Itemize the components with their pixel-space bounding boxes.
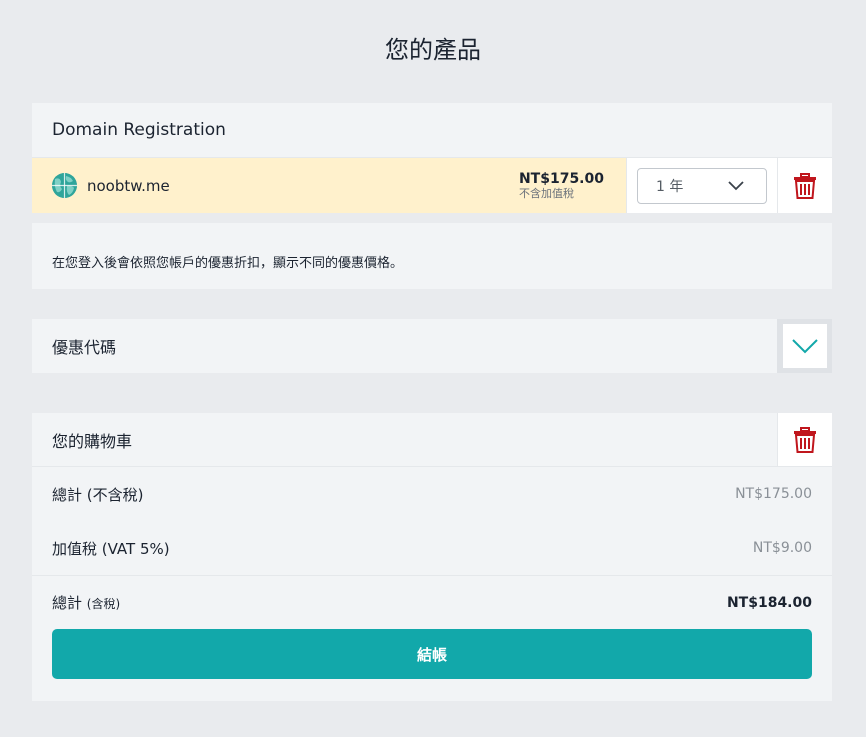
period-cell: 1 年 (626, 158, 777, 213)
coupon-label: 優惠代碼 (52, 338, 117, 357)
period-value: 1 年 (656, 178, 684, 195)
price-box: NT$175.00 不含加值稅 (519, 171, 604, 200)
page-title: 您的產品 (385, 36, 481, 64)
vat-label: 加值稅 (VAT 5%) (52, 539, 170, 558)
coupon-card: 優惠代碼 (32, 319, 832, 373)
coupon-toggle-inner (782, 324, 827, 368)
remove-product-button[interactable] (777, 158, 832, 213)
cart-header: 您的購物車 (32, 413, 832, 467)
vat-row: 加值稅 (VAT 5%) NT$9.00 (32, 521, 832, 575)
coupon-toggle-button[interactable] (777, 319, 832, 373)
subtotal-row: 總計 (不含稅) NT$175.00 (32, 467, 832, 521)
price-note: 不含加值稅 (518, 187, 574, 200)
checkout-button[interactable]: 結帳 (52, 629, 812, 679)
subtotal-label: 總計 (不含稅) (52, 485, 144, 504)
total-label-small: (含稅) (86, 597, 121, 611)
trash-icon (794, 172, 816, 199)
divider (32, 213, 832, 223)
total-row: 總計 (含稅) NT$184.00 (32, 575, 832, 629)
total-label: 總計 (52, 594, 83, 612)
product-header: Domain Registration (32, 103, 832, 158)
product-price: NT$175.00 (518, 171, 604, 187)
subtotal-value: NT$175.00 (735, 486, 812, 502)
product-main: noobtw.me NT$175.00 不含加值稅 (32, 158, 626, 213)
total-value: NT$184.00 (726, 594, 812, 611)
chevron-down-icon (791, 339, 818, 354)
cart-card: 您的購物車 總計 (不含稅) NT$175.00 加值稅 (VAT 5%) NT… (32, 413, 832, 701)
chevron-down-icon (728, 180, 744, 190)
empty-cart-button[interactable] (777, 413, 832, 466)
period-select[interactable]: 1 年 (637, 167, 767, 204)
trash-icon (794, 426, 816, 453)
total-label-group: 總計 (含稅) (52, 592, 120, 613)
product-row: noobtw.me NT$175.00 不含加值稅 1 年 (32, 158, 832, 213)
cart-title: 您的購物車 (52, 431, 133, 451)
globe-icon (52, 173, 77, 198)
vat-value: NT$9.00 (752, 540, 812, 556)
product-card: Domain Registration noobtw.me NT$175.00 … (32, 103, 832, 289)
discount-info-text: 在您登入後會依照您帳戶的優惠折扣，顯示不同的優惠價格。 (32, 233, 832, 289)
domain-name: noobtw.me (87, 176, 170, 195)
